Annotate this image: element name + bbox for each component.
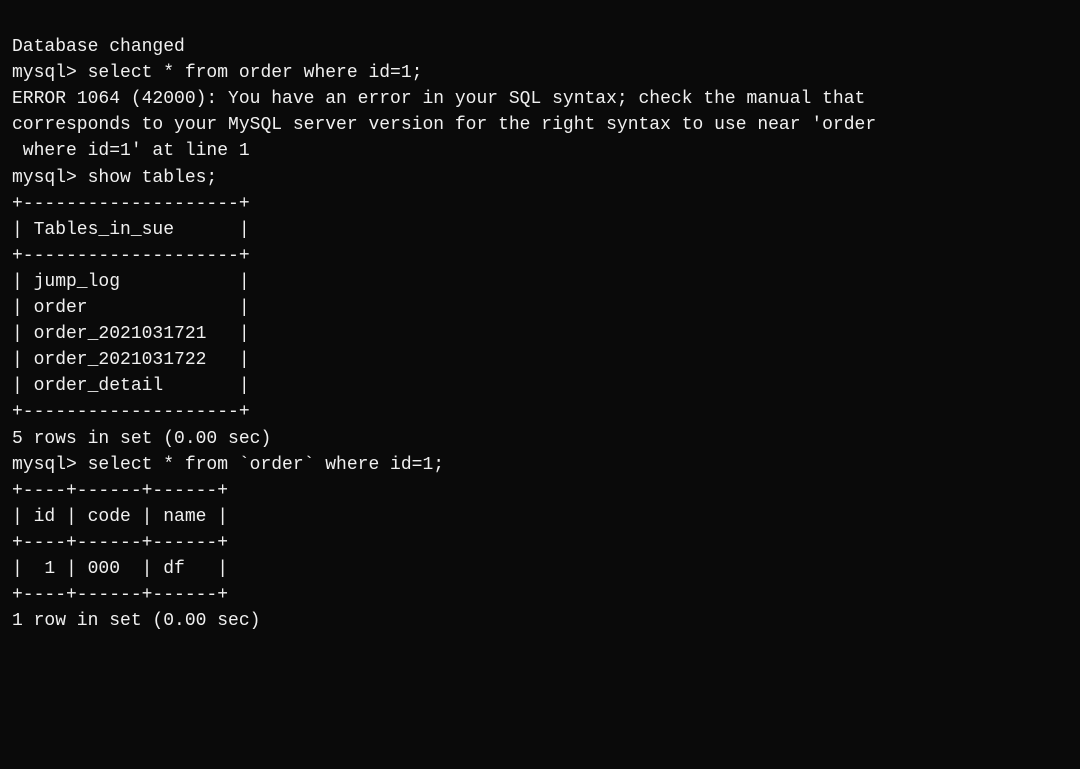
terminal-line: | id | code | name | <box>12 504 1068 530</box>
terminal-line: +----+------+------+ <box>12 582 1068 608</box>
terminal-line: +--------------------+ <box>12 191 1068 217</box>
terminal-line: | 1 | 000 | df | <box>12 556 1068 582</box>
terminal-line: +----+------+------+ <box>12 478 1068 504</box>
terminal-line: +----+------+------+ <box>12 530 1068 556</box>
terminal-line: +--------------------+ <box>12 399 1068 425</box>
terminal-line: where id=1' at line 1 <box>12 138 1068 164</box>
terminal-line: mysql> select * from order where id=1; <box>12 60 1068 86</box>
terminal-line: +--------------------+ <box>12 243 1068 269</box>
terminal-line: 1 row in set (0.00 sec) <box>12 608 1068 634</box>
terminal-line: | order_detail | <box>12 373 1068 399</box>
terminal-line: ERROR 1064 (42000): You have an error in… <box>12 86 1068 112</box>
terminal-line: | Tables_in_sue | <box>12 217 1068 243</box>
terminal-line: 5 rows in set (0.00 sec) <box>12 426 1068 452</box>
terminal-line: | jump_log | <box>12 269 1068 295</box>
terminal-line: corresponds to your MySQL server version… <box>12 112 1068 138</box>
terminal-line: Database changed <box>12 34 1068 60</box>
terminal-line: | order_2021031722 | <box>12 347 1068 373</box>
terminal-line: | order_2021031721 | <box>12 321 1068 347</box>
terminal-line: mysql> select * from `order` where id=1; <box>12 452 1068 478</box>
terminal-output: Database changedmysql> select * from ord… <box>12 8 1068 634</box>
terminal-line: | order | <box>12 295 1068 321</box>
terminal-line: mysql> show tables; <box>12 165 1068 191</box>
